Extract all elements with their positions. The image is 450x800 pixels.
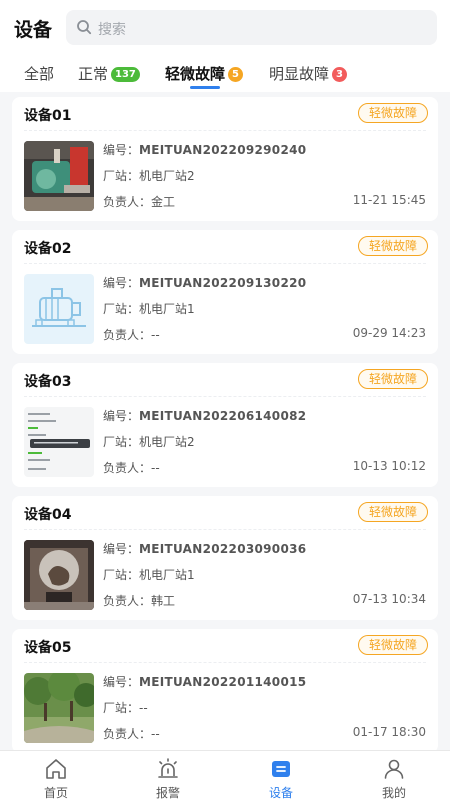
device-code: 编号：MEITUAN202209130220 [103,276,307,290]
divider [24,263,426,264]
status-badge: 轻微故障 [357,502,428,522]
park-photo-icon [24,673,94,743]
device-image [24,673,94,743]
device-station: 厂站：机电厂站2 [103,169,195,183]
device-card[interactable]: 设备04 轻微故障 编号：MEITUAN202203090036 厂站：机电厂站… [12,496,438,620]
timestamp: 11-21 15:45 [352,193,426,207]
tab-minor-fault[interactable]: 轻微故障 5 [165,63,243,84]
nav-home[interactable]: 首页 [0,751,112,800]
device-image [24,540,94,610]
tab-label: 明显故障 [269,65,330,83]
device-name: 设备02 [24,241,72,257]
nav-label: 首页 [43,786,68,800]
device-code: 编号：MEITUAN202201140015 [103,675,307,689]
device-icon [272,761,290,777]
device-code: 编号：MEITUAN202209290240 [103,143,307,157]
alarm-icon [158,758,178,778]
tab-normal[interactable]: 正常 137 [78,63,140,84]
count-badge: 3 [332,67,347,82]
status-badge: 轻微故障 [357,236,428,256]
tab-obvious-fault[interactable]: 明显故障 3 [269,63,347,84]
device-owner: 负责人：-- [103,727,160,741]
device-code: 编号：MEITUAN202203090036 [103,542,307,556]
tab-label: 正常 [78,65,109,83]
nav-label: 设备 [268,786,293,800]
device-owner: 负责人：韩工 [103,594,176,608]
motor-illustration-icon [24,274,94,344]
count-badge: 5 [228,67,243,82]
device-owner: 负责人：-- [103,328,160,342]
status-badge: 轻微故障 [357,369,428,389]
timestamp: 01-17 18:30 [352,725,426,739]
device-image [24,407,94,477]
device-card[interactable]: 设备05 轻微故障 编号：MEITUAN202201140015 厂站：-- 负… [12,629,438,750]
device-card[interactable]: 设备01 轻微故障 编号：MEITUAN202209290240 厂站：机电厂站… [12,97,438,221]
device-name: 设备03 [24,374,72,390]
sculpture-photo-icon [24,540,94,610]
machine-photo-icon [24,141,94,211]
active-tab-indicator [190,86,220,89]
device-station: 厂站：-- [103,701,148,715]
status-badge: 轻微故障 [357,635,428,655]
profile-icon [384,759,404,779]
device-image [24,141,94,211]
device-station: 厂站：机电厂站1 [103,568,195,582]
nav-label: 我的 [381,786,406,800]
timestamp: 10-13 10:12 [352,459,426,473]
search-input[interactable]: 搜索 [66,10,437,45]
bottom-nav: 首页 报警 设备 我的 [0,750,450,800]
search-icon [77,20,92,35]
nav-label: 报警 [155,786,180,800]
device-owner: 负责人：金工 [103,195,176,209]
count-badge: 137 [111,67,140,82]
device-code: 编号：MEITUAN202206140082 [103,409,307,423]
device-name: 设备04 [24,507,72,523]
divider [24,662,426,663]
nav-alarm[interactable]: 报警 [112,751,224,800]
tab-all[interactable]: 全部 [24,63,54,84]
device-list[interactable]: 设备01 轻微故障 编号：MEITUAN202209290240 厂站：机电厂站… [0,96,450,750]
tab-label: 全部 [24,65,55,83]
nav-device[interactable]: 设备 [225,751,337,800]
device-name: 设备01 [24,108,72,124]
device-station: 厂站：机电厂站1 [103,302,195,316]
status-badge: 轻微故障 [357,103,428,123]
page-title: 设备 [14,19,53,41]
device-owner: 负责人：-- [103,461,160,475]
timestamp: 07-13 10:34 [352,592,426,606]
device-card[interactable]: 设备02 轻微故障 编号：MEITUAN202209130220 厂站：机电厂站… [12,230,438,354]
home-icon [46,759,66,779]
timestamp: 09-29 14:23 [352,326,426,340]
search-placeholder: 搜索 [98,22,126,38]
divider [24,130,426,131]
device-name: 设备05 [24,640,72,656]
nav-profile[interactable]: 我的 [338,751,450,800]
filter-tabs: 全部 正常 137 轻微故障 5 明显故障 3 [0,58,450,92]
device-card[interactable]: 设备03 轻微故障 编号：MEITUAN202206140082 厂站：机电厂站… [12,363,438,487]
device-image [24,274,94,344]
divider [24,529,426,530]
header: 设备 搜索 全部 正常 137 轻微故障 5 明显故障 3 [0,0,450,92]
device-station: 厂站：机电厂站2 [103,435,195,449]
tab-label: 轻微故障 [165,65,226,83]
document-screenshot-icon [24,407,94,477]
divider [24,396,426,397]
